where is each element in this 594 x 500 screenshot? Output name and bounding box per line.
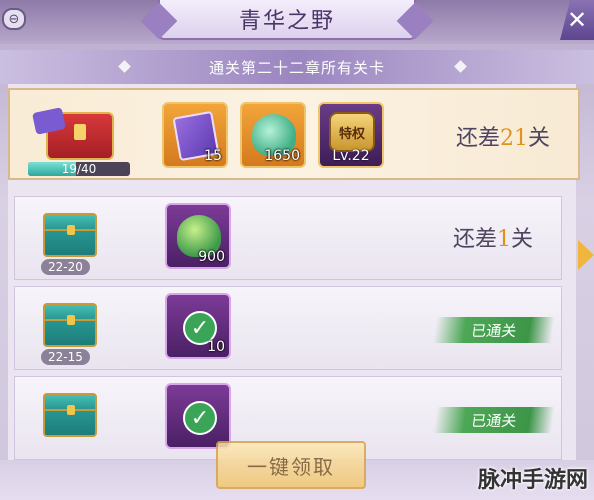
badge-text: 特权 — [338, 126, 365, 142]
chapter-reward-row[interactable]: 19/40 15 1650 特权 Lv.22 还差21关 — [8, 88, 580, 180]
item-count: 15 — [204, 148, 222, 164]
completed-text: 已通关 — [470, 411, 518, 430]
reward-list[interactable]: 19/40 15 1650 特权 Lv.22 还差21关 22-20 900 还… — [8, 84, 580, 460]
claim-all-button[interactable]: 一键领取 — [216, 441, 366, 489]
reward-item-gray-orb[interactable]: ✓ — [165, 383, 231, 449]
check-icon: ✓ — [183, 401, 217, 435]
page-title: 青华之野 — [238, 9, 335, 34]
status-prefix: 还差 — [455, 126, 500, 151]
progress-text: 19/40 — [61, 162, 97, 176]
reward-item-ticket[interactable]: 15 — [162, 102, 228, 168]
reward-item-privilege[interactable]: 特权 Lv.22 — [318, 102, 384, 168]
remaining-status: 还差1关 — [453, 221, 533, 253]
chapter-progress-bar: 19/40 — [28, 162, 130, 176]
watermark: 脉冲手游网 — [477, 468, 588, 493]
stage-reward-row[interactable]: 22-15 ✓ 10 已通关 — [14, 286, 562, 370]
back-button[interactable]: ⊖ — [2, 8, 26, 30]
stage-label: 22-20 — [41, 259, 90, 275]
reward-item-green-orb[interactable]: 900 — [165, 203, 231, 269]
chest-icon — [43, 303, 97, 347]
completed-badge: 已通关 — [433, 317, 555, 343]
reward-item-jade[interactable]: 1650 — [240, 102, 306, 168]
reward-panel: ⊖ 青华之野 ✕ 通关第二十二章所有关卡 19/40 15 1650 特权 Lv… — [0, 0, 594, 500]
grand-chest-icon — [46, 112, 114, 160]
close-icon: ✕ — [566, 6, 588, 34]
completed-text: 已通关 — [470, 321, 518, 340]
title-plate: 青华之野 — [158, 0, 416, 40]
item-count: 900 — [198, 249, 225, 265]
stage-label: 22-15 — [41, 349, 90, 365]
chest-icon — [43, 393, 97, 437]
status-prefix: 还差 — [452, 227, 497, 252]
chapter-subtitle-band: 通关第二十二章所有关卡 — [0, 50, 594, 84]
back-icon: ⊖ — [8, 11, 20, 27]
status-number: 21 — [499, 126, 528, 151]
status-number: 1 — [496, 227, 511, 252]
next-arrow-icon[interactable] — [578, 240, 594, 270]
chest-icon — [43, 213, 97, 257]
privilege-level: Lv.22 — [332, 148, 370, 164]
item-count: 10 — [207, 339, 225, 355]
item-count: 1650 — [264, 148, 300, 164]
status-suffix: 关 — [527, 126, 550, 151]
reward-item-red-gem[interactable]: ✓ 10 — [165, 293, 231, 359]
privilege-badge-icon: 特权 — [329, 112, 375, 152]
completed-badge: 已通关 — [433, 407, 555, 433]
chapter-subtitle: 通关第二十二章所有关卡 — [208, 58, 385, 77]
remaining-status: 还差21关 — [456, 120, 550, 152]
stage-reward-row[interactable]: 22-20 900 还差1关 — [14, 196, 562, 280]
status-suffix: 关 — [510, 227, 533, 252]
